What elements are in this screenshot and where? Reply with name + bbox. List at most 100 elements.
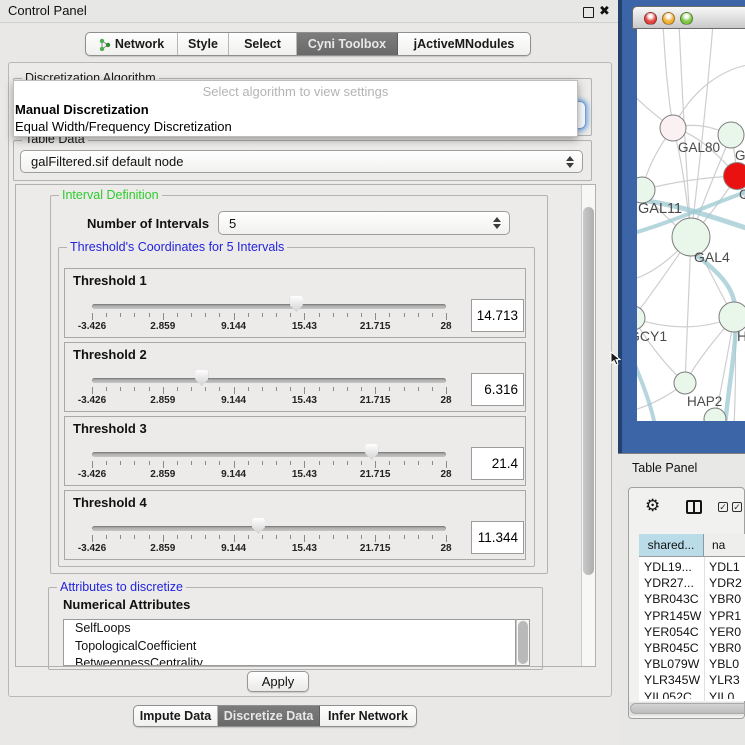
table-row[interactable]: YBL079WYBL0 xyxy=(639,657,745,674)
slider-track[interactable] xyxy=(92,452,446,457)
table-row[interactable]: YBR045CYBR0 xyxy=(639,641,745,658)
slider-tick-label: 21.715 xyxy=(353,469,397,480)
network-node-red[interactable] xyxy=(724,163,745,190)
network-node-green[interactable] xyxy=(637,177,655,203)
table-row[interactable]: YPR145WYPR1 xyxy=(639,609,745,626)
slider-tick xyxy=(163,313,164,320)
zoom-traffic-light[interactable] xyxy=(680,12,693,25)
table-row[interactable]: YDR27...YDR2 xyxy=(639,576,745,593)
threshold-label: Threshold 4 xyxy=(73,495,147,510)
slider-tick xyxy=(163,535,164,542)
network-node-green[interactable] xyxy=(637,306,645,330)
columns-icon[interactable] xyxy=(686,500,702,514)
slider-track[interactable] xyxy=(92,304,446,309)
slider-tick xyxy=(205,387,206,391)
table-row[interactable]: YDL19...YDL1 xyxy=(639,560,745,577)
slider-tick xyxy=(106,313,107,317)
threshold-value-field[interactable]: 21.4 xyxy=(471,447,524,480)
close-traffic-light[interactable] xyxy=(644,12,657,25)
close-icon[interactable]: ✖ xyxy=(599,3,610,19)
network-edge[interactable] xyxy=(642,176,737,190)
column-header-shared[interactable]: shared... xyxy=(639,534,704,557)
table-row[interactable]: YLR345WYLR3 xyxy=(639,673,745,690)
vertical-scrollbar-thumb[interactable] xyxy=(583,207,594,575)
network-canvas[interactable]: GAL80GACGAL11GAL4GCY1HHAP2 xyxy=(637,29,745,421)
tab-select[interactable]: Select xyxy=(229,33,297,55)
slider-thumb[interactable] xyxy=(195,370,208,386)
attribute-item[interactable]: SelfLoops xyxy=(64,620,515,638)
attribute-item[interactable]: TopologicalCoefficient xyxy=(64,638,515,656)
slider-tick xyxy=(361,387,362,391)
slider-thumb[interactable] xyxy=(365,444,378,460)
slider-tick xyxy=(290,461,291,465)
cell-shared-name: YER054C xyxy=(644,625,704,639)
algorithm-popup-options: Manual DiscretizationEqual Width/Frequen… xyxy=(14,101,577,135)
checkbox-icon[interactable]: ✓ xyxy=(732,502,742,512)
num-intervals-combo[interactable]: 5 xyxy=(218,211,510,235)
threshold-value-field[interactable]: 11.344 xyxy=(471,521,524,554)
tab-impute-data[interactable]: Impute Data xyxy=(134,706,218,726)
slider-thumb[interactable] xyxy=(252,518,265,534)
horizontal-scrollbar-thumb[interactable] xyxy=(630,703,745,714)
table-row[interactable]: YIL052CYIL0 xyxy=(639,690,745,699)
mouse-cursor xyxy=(610,351,622,367)
slider-tick-label: -3.426 xyxy=(70,321,114,332)
window-title: Control Panel xyxy=(8,3,87,18)
slider-tick xyxy=(120,313,121,317)
checkbox-icon[interactable]: ✓ xyxy=(718,502,728,512)
tab-label: Infer Network xyxy=(328,709,408,723)
slider-tick xyxy=(92,387,93,394)
threshold-value-field[interactable]: 6.316 xyxy=(471,373,524,406)
slider-tick xyxy=(262,387,263,391)
slider-tick xyxy=(248,535,249,539)
tab-label: jActiveMNodules xyxy=(414,37,515,51)
float-window-icon[interactable] xyxy=(583,7,594,18)
network-node-green[interactable] xyxy=(718,122,744,148)
network-node-label: GCY1 xyxy=(637,328,667,344)
table-row[interactable]: YBR043CYBR0 xyxy=(639,592,745,609)
slider-tick xyxy=(418,461,419,465)
slider-tick xyxy=(248,313,249,317)
network-edge[interactable] xyxy=(663,29,673,128)
cell-shared-name: YIL052C xyxy=(644,690,704,699)
slider-tick xyxy=(276,461,277,465)
tab-jactivemnodules[interactable]: jActiveMNodules xyxy=(398,33,530,55)
column-header-name[interactable]: na xyxy=(704,534,745,557)
numerical-attributes-list[interactable]: SelfLoopsTopologicalCoefficientBetweenne… xyxy=(63,619,516,666)
slider-tick xyxy=(319,313,320,317)
threshold-value-field[interactable]: 14.713 xyxy=(471,299,524,332)
slider-track[interactable] xyxy=(92,378,446,383)
apply-button[interactable]: Apply xyxy=(247,671,309,692)
attribute-item[interactable]: BetweennessCentrality xyxy=(64,655,515,666)
slider-track[interactable] xyxy=(92,526,446,531)
minimize-traffic-light[interactable] xyxy=(662,12,675,25)
tab-discretize-data[interactable]: Discretize Data xyxy=(218,706,320,726)
network-node-green[interactable] xyxy=(704,408,726,421)
algorithm-option[interactable]: Equal Width/Frequency Discretization xyxy=(14,118,577,135)
cell-name: YPR1 xyxy=(709,609,745,623)
slider-tick xyxy=(234,535,235,542)
table-row[interactable]: YER054CYER0 xyxy=(639,625,745,642)
slider-thumb[interactable] xyxy=(290,296,303,312)
network-node-green[interactable] xyxy=(674,372,696,394)
slider-tick xyxy=(191,535,192,539)
slider-tick xyxy=(205,313,206,317)
attributes-scrollbar-thumb[interactable] xyxy=(518,621,528,664)
network-edge[interactable] xyxy=(685,237,691,383)
algorithm-option[interactable]: Manual Discretization xyxy=(14,101,577,118)
tab-style[interactable]: Style xyxy=(178,33,229,55)
network-edge-highlighted[interactable] xyxy=(637,351,655,421)
tab-network[interactable]: Network xyxy=(86,33,178,55)
tab-cyni-toolbox[interactable]: Cyni Toolbox xyxy=(297,33,398,55)
screen: Control Panel ✖ NetworkStyleSelectCyni T… xyxy=(0,0,745,745)
table-data-combo[interactable]: galFiltered.sif default node xyxy=(20,150,583,173)
slider-tick xyxy=(319,387,320,391)
threshold-row: Threshold 4-3.4262.8599.14415.4321.71528… xyxy=(64,490,526,560)
gear-icon[interactable]: ⚙ xyxy=(645,496,660,516)
slider-tick xyxy=(375,313,376,320)
tab-infer-network[interactable]: Infer Network xyxy=(320,706,416,726)
network-node-label: GAL80 xyxy=(678,140,720,155)
network-node-pink[interactable] xyxy=(660,115,686,141)
network-window-titlebar[interactable] xyxy=(632,6,745,29)
slider-tick xyxy=(106,461,107,465)
